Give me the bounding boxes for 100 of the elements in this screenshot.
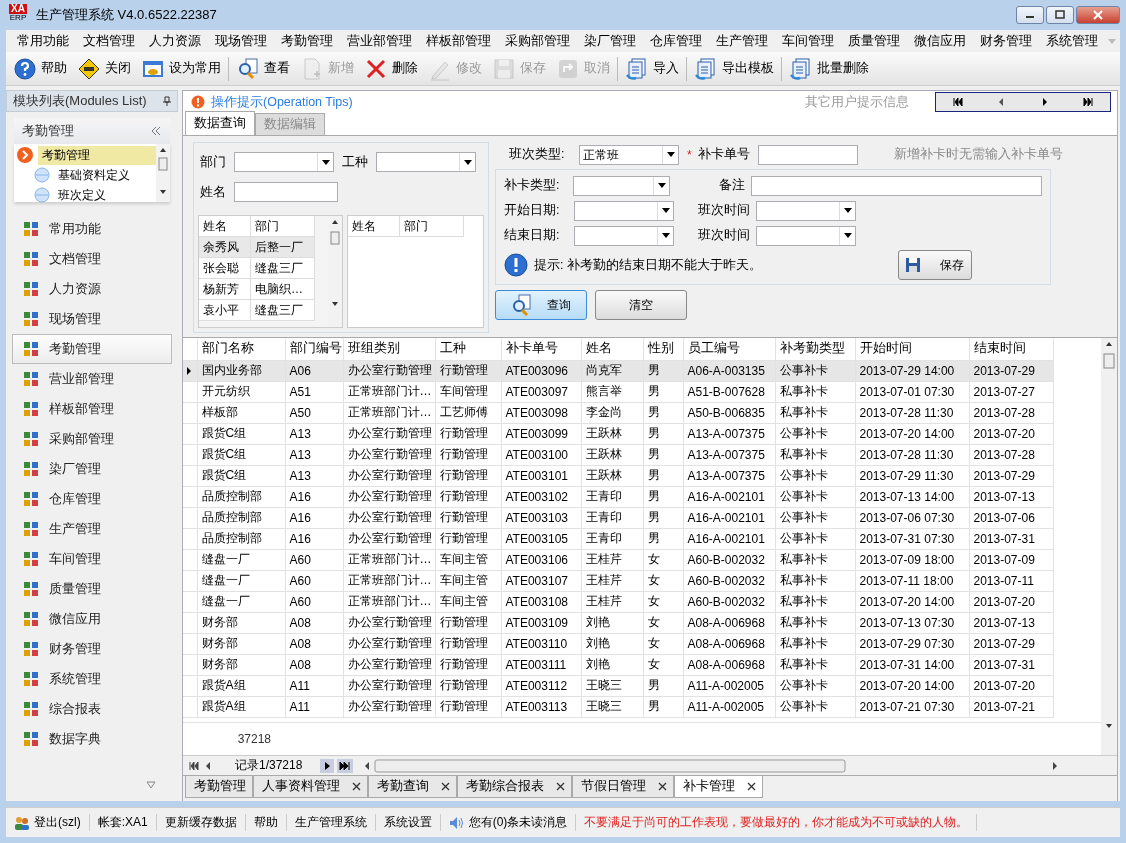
table-row[interactable]: 跟货C组 A13 办公室行勤管理 行勤管理 ATE003101 王跃林 男 A13-A-007375 公事补卡 2013-07-29 11:30 2013-07-29: [183, 465, 1053, 486]
close-button[interactable]: [1076, 6, 1120, 24]
status-link[interactable]: 更新缓存数据: [156, 814, 246, 831]
table-row[interactable]: 品质控制部 A16 办公室行勤管理 行勤管理 ATE003102 王青印 男 A16-A-002101 公事补卡 2013-07-13 14:00 2013-07-13: [183, 486, 1053, 507]
column-header[interactable]: 工种: [435, 338, 501, 360]
column-header[interactable]: 姓名: [199, 216, 251, 237]
scrollbar[interactable]: [156, 144, 170, 202]
logout-link[interactable]: 登出(szl): [6, 814, 90, 831]
status-link[interactable]: 生产管理系统: [286, 814, 376, 831]
menu-item[interactable]: 生产管理: [711, 32, 777, 50]
menu-item[interactable]: 人力资源: [144, 32, 210, 50]
clear-button[interactable]: 清空: [595, 290, 687, 320]
status-link[interactable]: 帮助: [245, 814, 287, 831]
module-item[interactable]: 微信应用: [12, 604, 172, 634]
end-date-picker[interactable]: [574, 225, 674, 246]
collapse-icon[interactable]: [150, 126, 162, 136]
table-row[interactable]: 开元纺织 A51 正常班部门计… 车间管理 ATE003097 熊言举 男 A51-B-007628 私事补卡 2013-07-01 07:30 2013-07-27: [183, 381, 1053, 402]
list-row[interactable]: 余秀风 后整一厂: [199, 237, 328, 258]
status-link[interactable]: 系统设置: [375, 814, 441, 831]
list-row[interactable]: 张会聪 缝盘三厂: [199, 258, 328, 279]
close-icon[interactable]: [747, 782, 756, 791]
close-icon[interactable]: [441, 782, 450, 791]
module-item[interactable]: 质量管理: [12, 574, 172, 604]
module-item[interactable]: 常用功能: [12, 214, 172, 244]
column-header[interactable]: 姓名: [581, 338, 643, 360]
menu-item[interactable]: 样板部管理: [421, 32, 500, 50]
toolbar-button[interactable]: 查看: [231, 53, 295, 84]
save-button[interactable]: 保存: [898, 250, 972, 280]
column-header[interactable]: 补考勤类型: [775, 338, 855, 360]
table-row[interactable]: 样板部 A50 正常班部门计… 工艺师傅 ATE003098 李金尚 男 A50-B-006835 私事补卡 2013-07-28 11:30 2013-07-28: [183, 402, 1053, 423]
maximize-button[interactable]: [1046, 6, 1074, 24]
module-item[interactable]: 车间管理: [12, 544, 172, 574]
module-item[interactable]: 染厂管理: [12, 454, 172, 484]
table-row[interactable]: 财务部 A08 办公室行勤管理 行勤管理 ATE003109 刘艳 女 A08-A-006968 私事补卡 2013-07-13 07:30 2013-07-13: [183, 612, 1053, 633]
minimize-button[interactable]: [1016, 6, 1044, 24]
shift-type-dropdown[interactable]: 正常班: [579, 144, 679, 165]
document-tab[interactable]: 考勤综合报表: [457, 776, 572, 798]
column-header[interactable]: 姓名: [347, 216, 400, 237]
menu-item[interactable]: 考勤管理: [276, 32, 342, 50]
table-row[interactable]: 品质控制部 A16 办公室行勤管理 行勤管理 ATE003105 王青印 男 A16-A-002101 公事补卡 2013-07-31 07:30 2013-07-31: [183, 528, 1053, 549]
close-icon[interactable]: [556, 782, 565, 791]
name-field[interactable]: [234, 182, 338, 202]
module-item[interactable]: 生产管理: [12, 514, 172, 544]
column-header[interactable]: 部门编号: [285, 338, 343, 360]
table-row[interactable]: 跟货C组 A13 办公室行勤管理 行勤管理 ATE003099 王跃林 男 A13-A-007375 公事补卡 2013-07-20 14:00 2013-07-20: [183, 423, 1053, 444]
table-row[interactable]: 品质控制部 A16 办公室行勤管理 行勤管理 ATE003103 王青印 男 A16-A-002101 公事补卡 2013-07-06 07:30 2013-07-06: [183, 507, 1053, 528]
document-tab[interactable]: 考勤查询: [368, 776, 457, 798]
menu-item[interactable]: 质量管理: [843, 32, 909, 50]
toolbar-button[interactable]: 帮助: [8, 53, 72, 84]
column-header[interactable]: 部门: [251, 216, 315, 237]
start-date-picker[interactable]: [574, 200, 674, 221]
module-item[interactable]: 样板部管理: [12, 394, 172, 424]
menu-item[interactable]: 车间管理: [777, 32, 843, 50]
table-row[interactable]: 跟货A组 A11 办公室行勤管理 行勤管理 ATE003113 王晓三 男 A11-A-002005 公事补卡 2013-07-21 07:30 2013-07-21: [183, 696, 1053, 717]
last-icon[interactable]: [337, 758, 353, 773]
next-icon[interactable]: [320, 758, 334, 773]
tree-item[interactable]: 考勤管理: [38, 145, 156, 165]
scroll-down-icon[interactable]: [146, 781, 156, 789]
toolbar-button[interactable]: 关闭: [72, 53, 136, 84]
previous-icon[interactable]: [205, 761, 211, 770]
module-item[interactable]: 综合报表: [12, 694, 172, 724]
job-type-dropdown[interactable]: [376, 152, 476, 172]
module-item[interactable]: 数据字典: [12, 724, 172, 754]
column-header[interactable]: 结束时间: [969, 338, 1053, 360]
table-row[interactable]: 缝盘一厂 A60 正常班部门计… 车间主管 ATE003107 王桂芹 女 A60-B-002032 私事补卡 2013-07-11 18:00 2013-07-11: [183, 570, 1053, 591]
module-item[interactable]: 财务管理: [12, 634, 172, 664]
remark-field[interactable]: [750, 175, 1042, 196]
list-row[interactable]: 袁小平 缝盘三厂: [199, 300, 328, 321]
menu-item[interactable]: 现场管理: [210, 32, 276, 50]
shift-time-dropdown[interactable]: [756, 225, 856, 246]
menu-item[interactable]: 财务管理: [975, 32, 1041, 50]
column-header[interactable]: 开始时间: [855, 338, 969, 360]
module-item[interactable]: 人力资源: [12, 274, 172, 304]
department-dropdown[interactable]: [234, 152, 334, 172]
menu-item[interactable]: 常用功能: [12, 32, 78, 50]
column-header[interactable]: 部门名称: [197, 338, 285, 360]
column-header[interactable]: 补卡单号: [501, 338, 581, 360]
column-header[interactable]: 部门: [399, 216, 464, 237]
document-tab[interactable]: 节假日管理: [572, 776, 674, 798]
document-tab[interactable]: 补卡管理: [674, 776, 763, 798]
toolbar-button[interactable]: 删除: [359, 53, 423, 84]
messages-link[interactable]: 您有(0)条未读消息: [440, 814, 577, 831]
query-button[interactable]: 查询: [495, 290, 587, 320]
list-row[interactable]: 杨新芳 电脑织…: [199, 279, 328, 300]
menu-item[interactable]: 文档管理: [78, 32, 144, 50]
close-icon[interactable]: [658, 782, 667, 791]
table-row[interactable]: 跟货C组 A13 办公室行勤管理 行勤管理 ATE003100 王跃林 男 A13-A-007375 私事补卡 2013-07-28 11:30 2013-07-28: [183, 444, 1053, 465]
toolbar-button[interactable]: 导入: [620, 53, 684, 84]
document-tab[interactable]: 考勤管理: [185, 776, 253, 798]
document-tab[interactable]: 人事资料管理: [253, 776, 368, 798]
column-header[interactable]: 员工编号: [683, 338, 775, 360]
module-item[interactable]: 考勤管理: [12, 334, 172, 364]
toolbar-button[interactable]: 设为常用: [136, 53, 226, 84]
table-row[interactable]: 缝盘一厂 A60 正常班部门计… 车间主管 ATE003106 王桂芹 女 A60-B-002032 私事补卡 2013-07-09 18:00 2013-07-09: [183, 549, 1053, 570]
menu-item[interactable]: 染厂管理: [579, 32, 645, 50]
pin-icon[interactable]: [163, 96, 171, 106]
first-icon[interactable]: [189, 761, 199, 770]
scrollbar[interactable]: [1101, 338, 1117, 755]
menu-item[interactable]: 仓库管理: [645, 32, 711, 50]
module-item[interactable]: 营业部管理: [12, 364, 172, 394]
